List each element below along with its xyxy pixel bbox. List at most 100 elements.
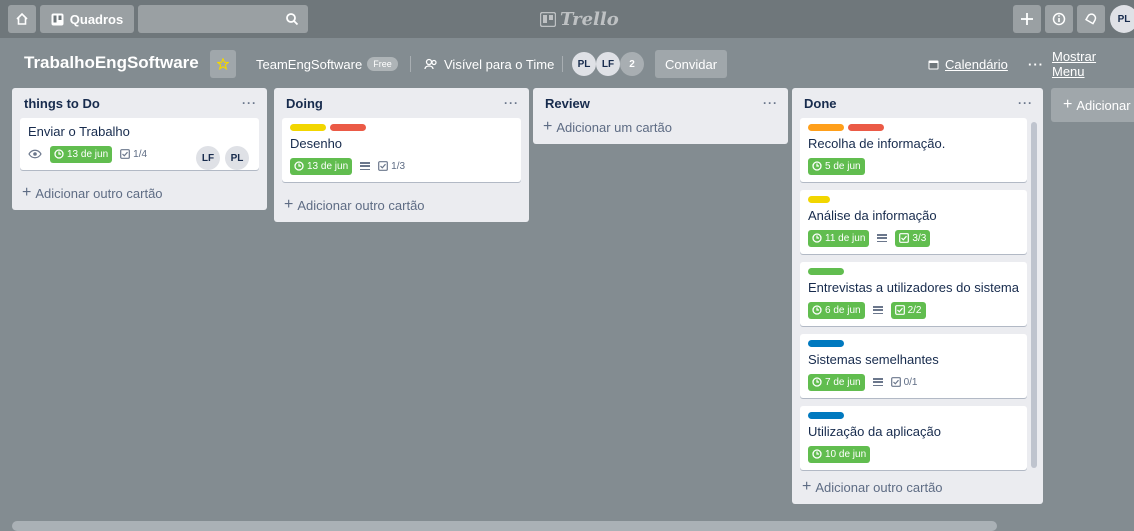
add-card-button[interactable]: + Adicionar outro cartão xyxy=(12,178,267,210)
card[interactable]: Desenho 13 de jun 1/3 xyxy=(282,118,521,182)
plan-badge: Free xyxy=(367,57,398,71)
due-date-text: 10 de jun xyxy=(825,448,867,460)
top-navigation-bar: Quadros Trello PL xyxy=(0,0,1134,38)
visibility-button[interactable]: Visível para o Time xyxy=(418,50,560,78)
card-title: Análise da informação xyxy=(808,208,937,223)
card[interactable]: Entrevistas a utilizadores do sistema 6 … xyxy=(800,262,1027,326)
trello-logo-icon xyxy=(540,12,556,27)
label-blue[interactable] xyxy=(808,412,844,419)
label-red[interactable] xyxy=(848,124,884,131)
search-button[interactable] xyxy=(278,5,306,33)
clock-icon xyxy=(812,161,822,171)
card[interactable]: Recolha de informação. 5 de jun xyxy=(800,118,1027,182)
star-button[interactable] xyxy=(210,50,236,78)
add-card-button[interactable]: + Adicionar outro cartão xyxy=(274,190,529,222)
boards-button[interactable]: Quadros xyxy=(40,5,134,33)
bell-icon xyxy=(1085,13,1097,25)
create-button[interactable] xyxy=(1013,5,1041,33)
add-card-button[interactable]: + Adicionar um cartão xyxy=(533,118,788,144)
add-card-label: Adicionar outro cartão xyxy=(297,197,425,213)
list-menu-button[interactable]: ··· xyxy=(1018,96,1033,118)
due-date-badge[interactable]: 13 de jun xyxy=(50,145,113,163)
due-date-badge[interactable]: 13 de jun xyxy=(290,157,353,175)
due-date-badge[interactable]: 7 de jun xyxy=(808,373,865,391)
card-title: Desenho xyxy=(290,136,343,151)
card-member-avatar[interactable]: PL xyxy=(225,146,249,170)
notifications-button[interactable] xyxy=(1077,5,1105,33)
label-yellow[interactable] xyxy=(290,124,326,131)
checklist-badge: 0/1 xyxy=(890,377,918,388)
due-date-text: 7 de jun xyxy=(825,376,861,388)
user-avatar[interactable]: PL xyxy=(1110,5,1134,33)
member-count-badge[interactable]: 2 xyxy=(620,52,644,76)
list-menu-button[interactable]: ··· xyxy=(763,96,778,118)
card[interactable]: Enviar o Trabalho 13 de jun 1/4 LF PL xyxy=(20,118,259,170)
card-title: Sistemas semelhantes xyxy=(808,352,939,367)
calendar-button[interactable]: Calendário xyxy=(924,50,1012,78)
team-button[interactable]: TeamEngSoftware Free xyxy=(250,50,404,78)
checklist-icon xyxy=(890,377,901,387)
home-icon xyxy=(16,12,28,25)
card-title: Enviar o Trabalho xyxy=(28,124,130,139)
label-orange[interactable] xyxy=(808,124,844,131)
trello-logo-text: Trello xyxy=(560,9,619,30)
checklist-badge: 1/3 xyxy=(378,161,405,172)
list-review: Review ··· + Adicionar um cartão xyxy=(533,88,788,144)
visibility-label: Visível para o Time xyxy=(444,56,555,72)
add-list-button[interactable]: + Adicionar outra lista xyxy=(1051,88,1134,122)
add-card-button[interactable]: + Adicionar outro cartão xyxy=(792,478,1043,504)
checklist-badge: 3/3 xyxy=(895,229,931,247)
member-avatar[interactable]: PL xyxy=(572,52,596,76)
due-date-badge[interactable]: 10 de jun xyxy=(808,445,871,463)
card-labels xyxy=(808,412,1019,419)
card[interactable]: Utilização da aplicação 10 de jun xyxy=(800,406,1027,470)
member-initials: PL xyxy=(577,58,591,70)
list-header[interactable]: Review ··· xyxy=(533,88,788,118)
invite-button[interactable]: Convidar xyxy=(655,50,728,78)
checklist-icon xyxy=(378,161,389,171)
card[interactable]: Análise da informação 11 de jun 3/3 xyxy=(800,190,1027,254)
due-date-text: 5 de jun xyxy=(825,160,861,172)
checklist-badge: 1/4 xyxy=(120,149,147,160)
card-title: Utilização da aplicação xyxy=(808,424,941,439)
card[interactable]: Sistemas semelhantes 7 de jun 0/1 xyxy=(800,334,1027,398)
checklist-icon xyxy=(894,305,905,315)
add-card-label: Adicionar um cartão xyxy=(556,119,672,135)
card-badges: 7 de jun 0/1 xyxy=(808,372,1019,392)
list-header[interactable]: things to Do ··· xyxy=(12,88,267,118)
label-yellow[interactable] xyxy=(808,196,830,203)
info-button[interactable] xyxy=(1045,5,1073,33)
due-date-badge[interactable]: 5 de jun xyxy=(808,157,865,175)
label-green[interactable] xyxy=(808,268,844,275)
list-title: things to Do xyxy=(24,96,100,111)
team-visibility-icon xyxy=(424,58,437,70)
list-things-to-do: things to Do ··· Enviar o Trabalho 13 de… xyxy=(12,88,267,210)
due-date-badge[interactable]: 11 de jun xyxy=(808,229,870,247)
home-button[interactable] xyxy=(8,5,36,33)
watch-icon xyxy=(28,149,42,159)
label-blue[interactable] xyxy=(808,340,844,347)
label-red[interactable] xyxy=(330,124,366,131)
show-menu-button[interactable]: ··· Mostrar Menu xyxy=(1024,49,1134,79)
plus-icon: + xyxy=(1063,96,1073,113)
trello-logo[interactable]: Trello xyxy=(540,9,619,30)
header-divider xyxy=(562,56,563,72)
boards-label: Quadros xyxy=(69,11,124,27)
due-date-text: 13 de jun xyxy=(307,160,349,172)
due-date-badge[interactable]: 6 de jun xyxy=(808,301,865,319)
more-icon: ··· xyxy=(1028,56,1044,72)
card-member-avatar[interactable]: LF xyxy=(196,146,220,170)
list-scrollbar[interactable] xyxy=(1031,122,1037,468)
list-menu-button[interactable]: ··· xyxy=(242,96,257,118)
plus-icon: + xyxy=(543,118,553,135)
member-avatar[interactable]: LF xyxy=(596,52,620,76)
board-title[interactable]: TrabalhoEngSoftware xyxy=(14,48,209,78)
list-header[interactable]: Done ··· xyxy=(792,88,1043,118)
list-header[interactable]: Doing ··· xyxy=(274,88,529,118)
clock-icon xyxy=(294,161,304,171)
board-horizontal-scrollbar[interactable] xyxy=(12,521,997,531)
list-menu-button[interactable]: ··· xyxy=(504,96,519,118)
list-doing: Doing ··· Desenho 13 de jun 1/3 + Adicio… xyxy=(274,88,529,222)
clock-icon xyxy=(812,449,822,459)
description-icon xyxy=(360,162,371,170)
